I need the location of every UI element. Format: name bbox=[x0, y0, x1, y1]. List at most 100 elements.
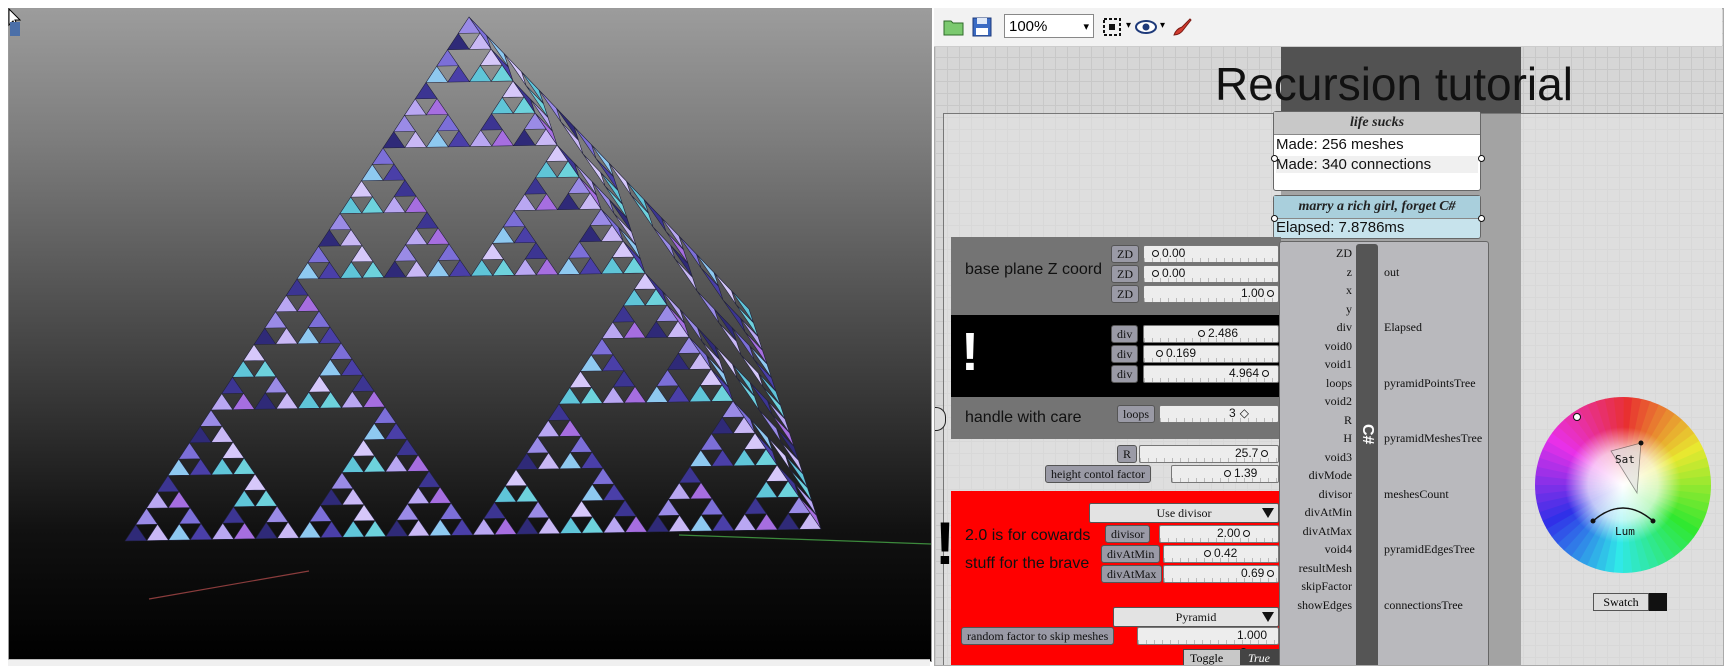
csharp-input-r[interactable]: R bbox=[1344, 413, 1352, 428]
pyramid-facet bbox=[188, 425, 212, 444]
pyramid-facet bbox=[526, 500, 550, 519]
viewport-menu-icon[interactable] bbox=[10, 22, 20, 36]
pyramid-facet bbox=[319, 391, 343, 409]
pyramid-facet bbox=[428, 518, 452, 537]
csharp-output-pyramidmeshestree[interactable]: pyramidMeshesTree bbox=[1384, 431, 1482, 446]
paint-brush-icon[interactable] bbox=[1170, 15, 1194, 39]
dropdown-shape[interactable]: Pyramid bbox=[1113, 607, 1279, 627]
panel-line: Made: 340 connections bbox=[1276, 156, 1478, 173]
pyramid-facet bbox=[437, 243, 461, 261]
wire-input-dot[interactable] bbox=[1271, 215, 1278, 222]
pyramid-facet bbox=[558, 419, 582, 437]
csharp-input-void1[interactable]: void1 bbox=[1325, 357, 1352, 372]
rhino-viewport[interactable] bbox=[8, 8, 932, 662]
wire-output-dot[interactable] bbox=[1478, 215, 1485, 222]
grasshopper-toolbar: 100% ▾ ▾ ▾ bbox=[934, 8, 1722, 47]
slider-random-skip[interactable]: random factor to skip meshes 1.000 bbox=[961, 627, 1279, 656]
wire-input-dot[interactable] bbox=[1271, 155, 1278, 162]
slider-zd-3[interactable]: ZD 1.00 bbox=[1111, 285, 1279, 303]
chevron-down-icon[interactable]: ▾ bbox=[1160, 20, 1165, 31]
csharp-output-out[interactable]: out bbox=[1384, 265, 1399, 280]
csharp-input-x[interactable]: x bbox=[1346, 283, 1352, 298]
pyramid-facet bbox=[657, 498, 681, 516]
pyramid-facet bbox=[535, 193, 559, 211]
csharp-input-void4[interactable]: void4 bbox=[1325, 542, 1352, 557]
slider-divisor[interactable]: divisor 2.00 bbox=[1105, 525, 1279, 543]
slider-loops[interactable]: loops 3 ◇ bbox=[1117, 405, 1279, 423]
csharp-input-loops[interactable]: loops bbox=[1326, 376, 1352, 391]
slider-zd-1[interactable]: ZD 0.00 bbox=[1111, 245, 1279, 263]
open-folder-icon[interactable] bbox=[942, 15, 966, 39]
pyramid-facet bbox=[264, 375, 288, 394]
csharp-output-pyramidedgestree[interactable]: pyramidEdgesTree bbox=[1384, 542, 1475, 557]
slider-divatmin[interactable]: divAtMin 0.42 bbox=[1101, 545, 1279, 563]
wire-output-dot[interactable] bbox=[1478, 155, 1485, 162]
pyramid-facet bbox=[535, 257, 559, 276]
csharp-input-resultmesh[interactable]: resultMesh bbox=[1299, 561, 1352, 576]
slider-div-2[interactable]: div 0.169 bbox=[1111, 345, 1279, 363]
csharp-input-divatmin[interactable]: divAtMin bbox=[1305, 505, 1352, 520]
csharp-output-elapsed[interactable]: Elapsed bbox=[1384, 320, 1422, 335]
csharp-input-y[interactable]: y bbox=[1346, 302, 1352, 317]
pyramid-facet bbox=[700, 433, 724, 451]
color-wheel-widget[interactable]: Sat Lum bbox=[1533, 395, 1713, 575]
pyramid-facet bbox=[448, 259, 472, 277]
pyramid-facet bbox=[233, 522, 257, 540]
csharp-output-meshescount[interactable]: meshesCount bbox=[1384, 487, 1449, 502]
csharp-input-void3[interactable]: void3 bbox=[1325, 450, 1352, 465]
pyramid-facet bbox=[776, 512, 800, 531]
pyramid-facet bbox=[167, 458, 191, 476]
dropdown-divmode[interactable]: Use divisor bbox=[1089, 503, 1279, 523]
pyramid-facet bbox=[515, 484, 539, 503]
pyramid-facet bbox=[524, 177, 548, 195]
csharp-input-h[interactable]: H bbox=[1343, 431, 1352, 446]
save-disk-icon[interactable] bbox=[970, 15, 994, 39]
csharp-script-component[interactable]: C# ZD z x y div void0 void1 loops void2 R Hvoid3 di… bbox=[1279, 241, 1489, 665]
grasshopper-canvas[interactable]: Recursion tutorial life sucks Made: 256 … bbox=[934, 8, 1724, 666]
slider-r[interactable]: R 25.7 bbox=[1117, 445, 1279, 463]
pyramid-facet bbox=[222, 506, 246, 524]
pyramid-facet bbox=[534, 160, 558, 179]
pyramid-facet bbox=[491, 226, 515, 244]
pyramid-facet bbox=[578, 224, 602, 243]
pyramid-facet bbox=[493, 485, 517, 503]
slider-div-1[interactable]: div 2.486 bbox=[1111, 325, 1279, 343]
panel-marry[interactable]: marry a rich girl, forget C# Elapsed: 7.… bbox=[1273, 195, 1481, 239]
csharp-input-div[interactable]: div bbox=[1337, 320, 1352, 335]
pyramid-facet bbox=[689, 514, 713, 532]
csharp-input-z[interactable]: z bbox=[1347, 265, 1352, 280]
csharp-input-divmode[interactable]: divMode bbox=[1309, 468, 1352, 483]
slider-div-3[interactable]: div 4.964 bbox=[1111, 365, 1279, 383]
pyramid-facet bbox=[265, 505, 289, 523]
pyramid-facet bbox=[547, 403, 571, 421]
zoom-select[interactable]: 100% ▾ bbox=[1004, 14, 1094, 38]
chevron-down-icon[interactable]: ▾ bbox=[1126, 20, 1131, 31]
slider-height-control[interactable]: height contol factor 1.39 bbox=[1045, 465, 1279, 483]
csharp-input-skipfactor[interactable]: skipFactor bbox=[1301, 579, 1352, 594]
pyramid-facet bbox=[526, 436, 550, 454]
swatch-button[interactable]: Swatch bbox=[1593, 593, 1649, 611]
pyramid-facet bbox=[396, 503, 420, 521]
csharp-input-showedges[interactable]: showEdges bbox=[1297, 598, 1352, 613]
csharp-input-zd[interactable]: ZD bbox=[1336, 246, 1352, 261]
pyramid-facet bbox=[382, 163, 406, 181]
csharp-input-void0[interactable]: void0 bbox=[1325, 339, 1352, 354]
csharp-input-void2[interactable]: void2 bbox=[1325, 394, 1352, 409]
pyramid-facet bbox=[580, 483, 604, 502]
pyramid-facet bbox=[689, 481, 713, 500]
select-region-icon[interactable] bbox=[1100, 15, 1124, 39]
pyramid-facet bbox=[558, 451, 582, 470]
csharp-input-divisor[interactable]: divisor bbox=[1319, 487, 1352, 502]
csharp-output-connectionstree[interactable]: connectionsTree bbox=[1384, 598, 1463, 613]
toggle-show-edges[interactable]: Toggle True bbox=[1183, 649, 1279, 665]
csharp-output-pyramidpointstree[interactable]: pyramidPointsTree bbox=[1384, 376, 1476, 391]
csharp-input-divatmax[interactable]: divAtMax bbox=[1303, 524, 1352, 539]
pyramid-facet bbox=[515, 452, 539, 470]
slider-divatmax[interactable]: divAtMax 0.69 bbox=[1101, 565, 1279, 583]
preview-eye-icon[interactable] bbox=[1134, 15, 1158, 39]
panel-life-sucks[interactable]: life sucks Made: 256 meshes Made: 340 co… bbox=[1273, 111, 1481, 191]
pyramid-facet bbox=[622, 288, 646, 307]
slider-zd-2[interactable]: ZD 0.00 bbox=[1111, 265, 1279, 283]
pyramid-facet bbox=[502, 209, 526, 228]
pyramid-facet bbox=[297, 391, 321, 409]
